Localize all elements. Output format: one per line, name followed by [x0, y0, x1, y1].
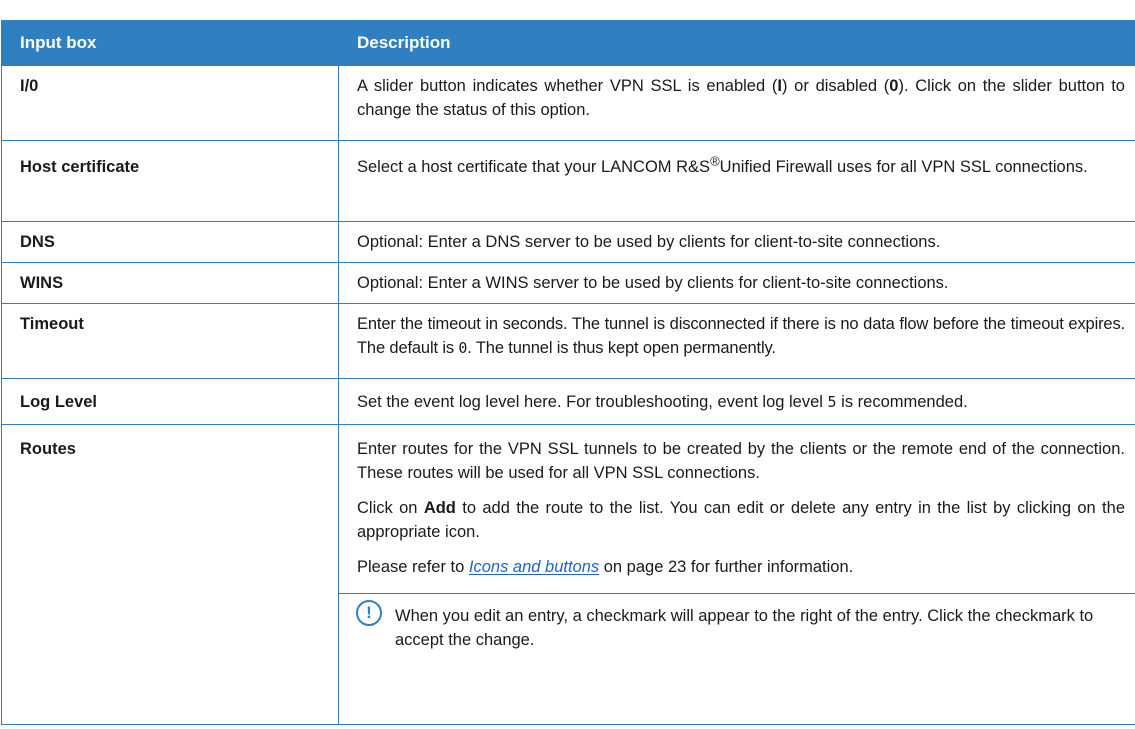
- column-header-description: Description: [338, 20, 1135, 66]
- routes-paragraph-2: Click on Add to add the route to the lis…: [357, 499, 1125, 541]
- document-page: Input box Description I/0 A slider butto…: [0, 0, 1135, 729]
- row-description-io: A slider button indicates whether VPN SS…: [338, 65, 1135, 141]
- row-name-io: I/0: [1, 65, 339, 141]
- input-box-reference-table: Input box Description I/0 A slider butto…: [1, 20, 1135, 725]
- row-name-dns: DNS: [1, 221, 339, 263]
- row-description-host-certificate: Select a host certificate that your LANC…: [338, 140, 1135, 222]
- routes-paragraph-3: Please refer to Icons and buttons on pag…: [357, 558, 854, 576]
- row-name-host-certificate: Host certificate: [1, 140, 339, 222]
- table-header-row: Input box Description: [1, 20, 1135, 66]
- row-description-timeout: Enter the timeout in seconds. The tunnel…: [338, 303, 1135, 379]
- exclamation-circle-icon: !: [356, 600, 382, 626]
- row-description-dns: Optional: Enter a DNS server to be used …: [338, 221, 1135, 263]
- table-row: Timeout Enter the timeout in seconds. Th…: [1, 303, 1135, 379]
- note-box: ! When you edit an entry, a checkmark wi…: [339, 593, 1135, 652]
- note-text: When you edit an entry, a checkmark will…: [395, 607, 1094, 649]
- table-row: Host certificate Select a host certifica…: [1, 140, 1135, 222]
- column-header-input-box: Input box: [1, 20, 339, 66]
- row-name-wins: WINS: [1, 262, 339, 304]
- table-row: WINS Optional: Enter a WINS server to be…: [1, 262, 1135, 304]
- row-name-log-level: Log Level: [1, 378, 339, 425]
- table-row: Routes Enter routes for the VPN SSL tunn…: [1, 424, 1135, 725]
- row-description-log-level: Set the event log level here. For troubl…: [338, 378, 1135, 425]
- routes-paragraph-1: Enter routes for the VPN SSL tunnels to …: [357, 440, 1125, 482]
- row-name-routes: Routes: [1, 424, 339, 725]
- registered-mark: ®: [710, 153, 720, 169]
- row-name-timeout: Timeout: [1, 303, 339, 379]
- table-row: Log Level Set the event log level here. …: [1, 378, 1135, 425]
- row-description-routes: Enter routes for the VPN SSL tunnels to …: [338, 424, 1135, 725]
- table-row: DNS Optional: Enter a DNS server to be u…: [1, 221, 1135, 263]
- table-row: I/0 A slider button indicates whether VP…: [1, 65, 1135, 141]
- row-description-wins: Optional: Enter a WINS server to be used…: [338, 262, 1135, 304]
- icons-and-buttons-link[interactable]: Icons and buttons: [469, 558, 599, 576]
